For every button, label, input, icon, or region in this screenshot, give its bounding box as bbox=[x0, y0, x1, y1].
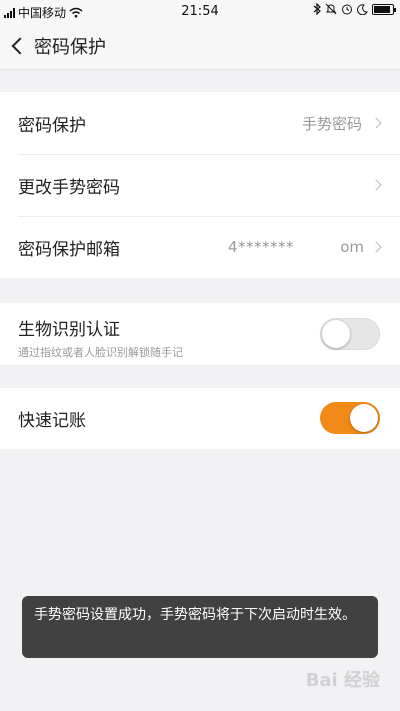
biometric-label: 生物识别认证 bbox=[18, 320, 120, 340]
password-protect-row[interactable]: 密码保护 手势密码 bbox=[0, 92, 400, 154]
page-title: 密码保护 bbox=[34, 37, 106, 58]
password-section: 密码保护 手势密码 更改手势密码 密码保护邮箱 4******* om bbox=[0, 92, 400, 278]
toggle-knob bbox=[350, 404, 378, 432]
moon-icon bbox=[357, 3, 368, 15]
biometric-description: 通过指纹或者人脸识别解锁随手记 bbox=[18, 346, 183, 359]
mute-icon bbox=[325, 3, 337, 15]
quick-bookkeeping-label: 快速记账 bbox=[18, 411, 86, 431]
email-value-start: 4******* bbox=[228, 238, 295, 256]
biometric-section: 生物识别认证 通过指纹或者人脸识别解锁随手记 bbox=[0, 303, 400, 365]
toast-message: 手势密码设置成功，手势密码将于下次启动时生效。 bbox=[22, 596, 378, 658]
quick-bookkeeping-toggle[interactable] bbox=[320, 402, 380, 434]
biometric-toggle[interactable] bbox=[320, 318, 380, 350]
status-right bbox=[313, 3, 396, 15]
watermark-logo: Bai 经验 bbox=[305, 670, 380, 691]
toggle-knob bbox=[322, 320, 350, 348]
battery-icon bbox=[372, 3, 396, 15]
back-chevron-icon bbox=[11, 37, 29, 55]
email-label: 密码保护邮箱 bbox=[18, 239, 120, 260]
change-gesture-row[interactable]: 更改手势密码 bbox=[0, 154, 400, 216]
status-bar: 中国移动 21:54 bbox=[0, 0, 400, 22]
nav-bar: 密码保护 bbox=[0, 22, 400, 70]
email-row[interactable]: 密码保护邮箱 4******* om bbox=[0, 216, 400, 278]
alarm-icon bbox=[342, 4, 352, 15]
bluetooth-icon bbox=[313, 3, 321, 15]
chevron-right-icon bbox=[370, 179, 382, 191]
chevron-right-icon bbox=[370, 241, 382, 253]
back-button[interactable]: 密码保护 bbox=[10, 32, 110, 60]
password-protect-value: 手势密码 bbox=[301, 114, 362, 133]
quick-bookkeeping-row: 快速记账 bbox=[0, 388, 400, 449]
password-protect-label: 密码保护 bbox=[18, 115, 86, 136]
email-value-end: om bbox=[340, 238, 364, 256]
quick-bookkeeping-section: 快速记账 bbox=[0, 388, 400, 449]
chevron-right-icon bbox=[370, 117, 382, 129]
change-gesture-label: 更改手势密码 bbox=[18, 177, 120, 198]
